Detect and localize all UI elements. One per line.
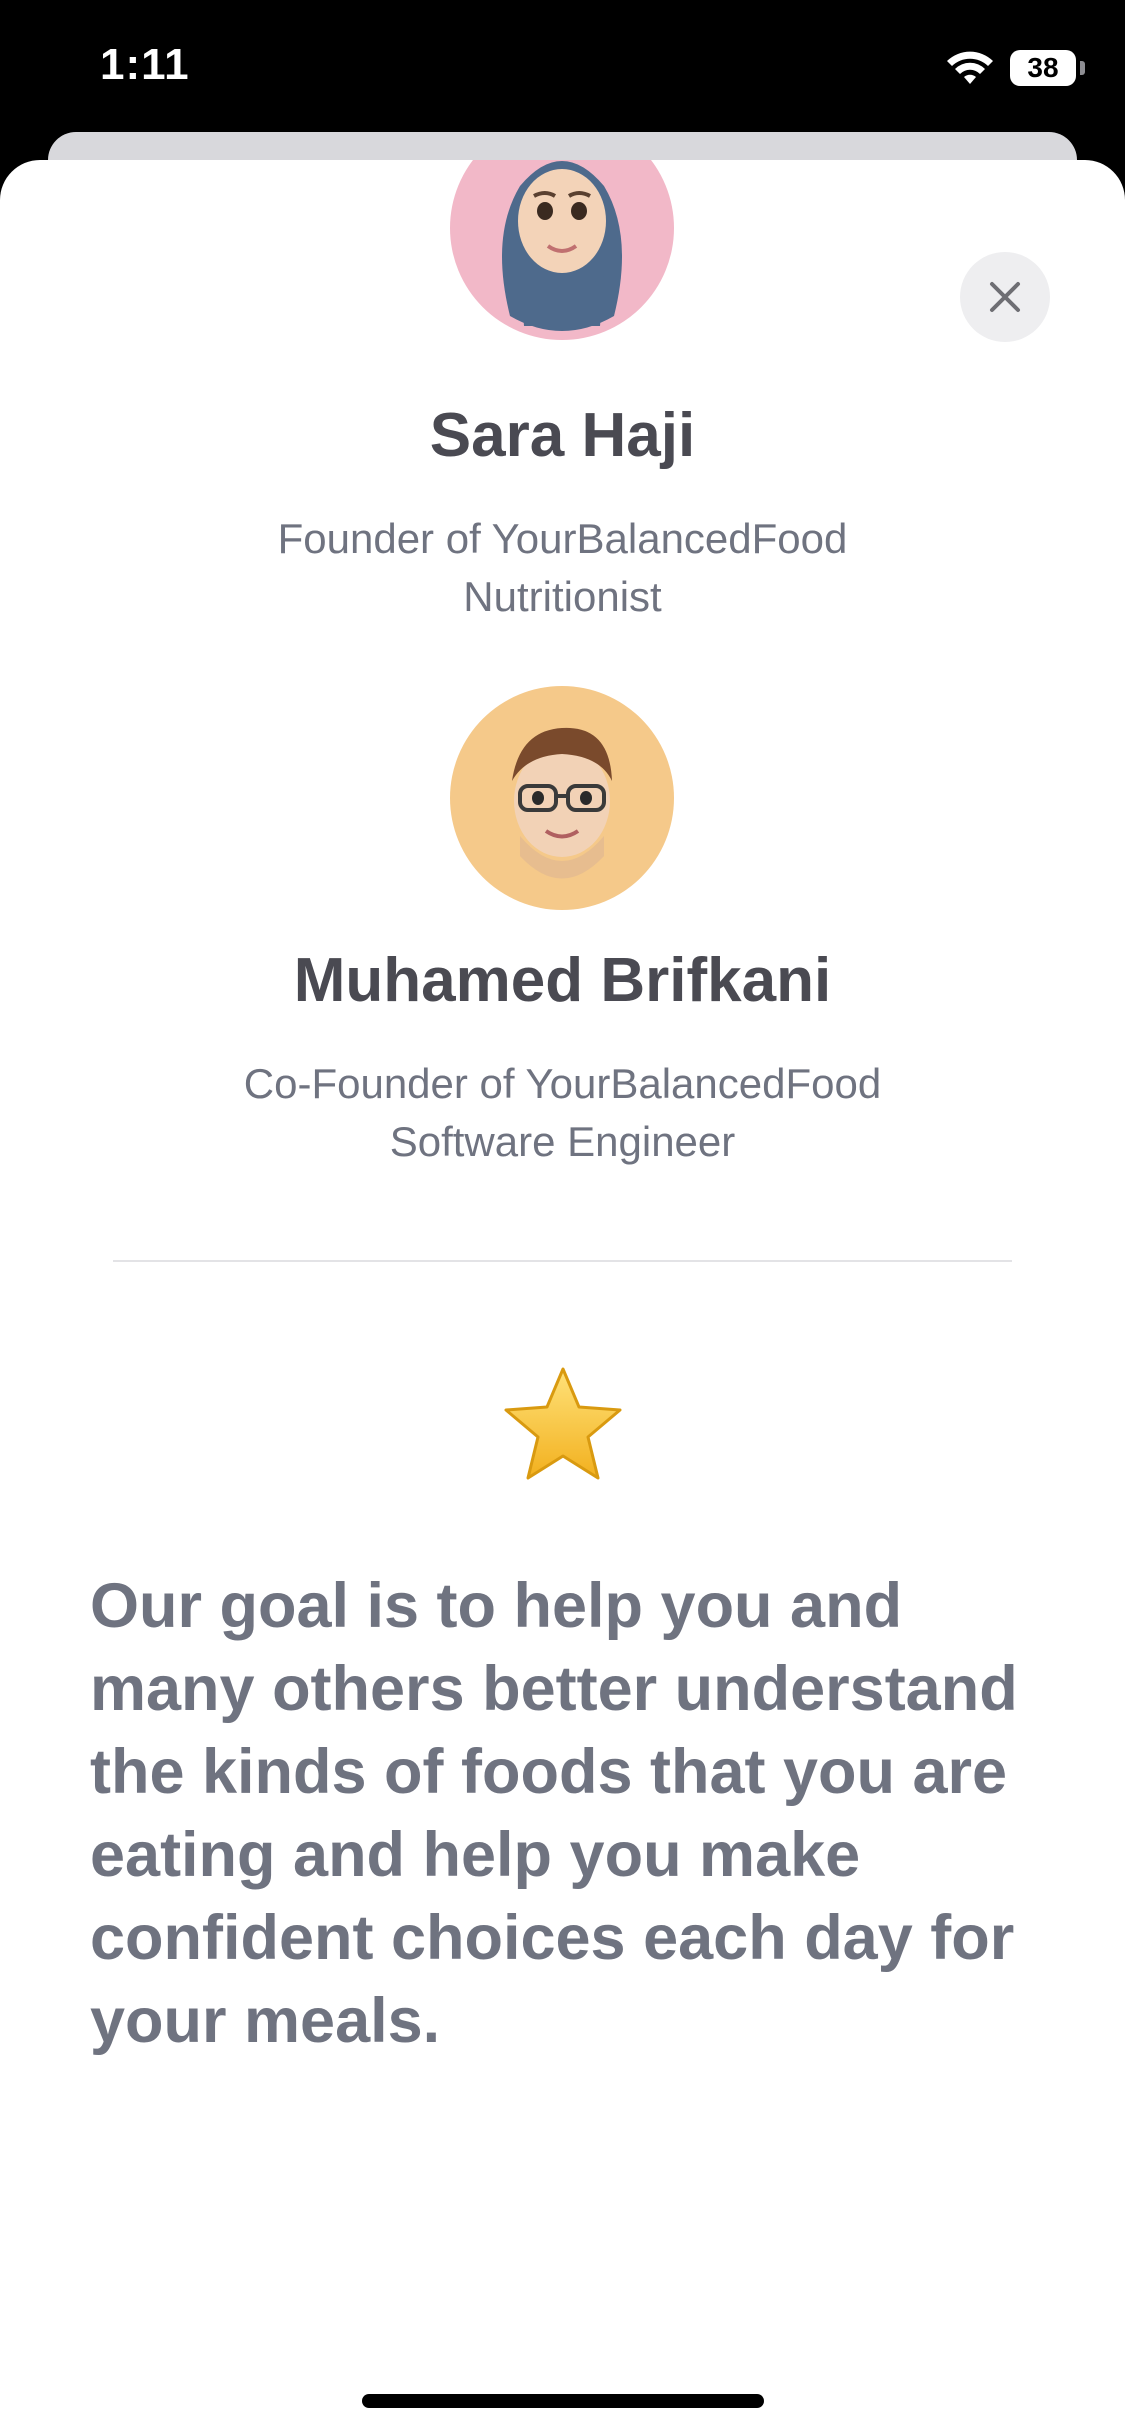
xmark-icon	[990, 282, 1020, 312]
divider	[113, 1260, 1012, 1262]
home-indicator[interactable]	[362, 2394, 764, 2408]
wifi-icon	[947, 51, 993, 84]
person-role-sara-line1: Founder of YourBalancedFood	[277, 515, 848, 562]
memoji-hijab-icon	[502, 161, 622, 331]
mission-statement: Our goal is to help you and many others …	[90, 1571, 1018, 2056]
person-name-muhamed: Muhamed Brifkani	[293, 946, 832, 1015]
status-time: 1:11	[100, 40, 190, 89]
person-name-sara: Sara Haji	[429, 401, 696, 470]
status-bar: 1:11 38	[0, 0, 1125, 140]
person-role-muhamed-line1: Co-Founder of YourBalancedFood	[243, 1060, 882, 1107]
battery-cap	[1080, 61, 1085, 75]
avatar-muhamed-brifkani	[450, 686, 674, 910]
about-sheet: Sara Haji Founder of YourBalancedFood Nu…	[0, 160, 1125, 2436]
app-screen: 1:11 38 Sara Haji Founder of YourBalance…	[0, 0, 1125, 2436]
star-emoji-icon	[504, 1367, 622, 1480]
memoji-glasses-icon	[512, 727, 612, 879]
avatar-sara-haji	[450, 160, 674, 340]
battery-indicator: 38	[1010, 50, 1076, 86]
person-role-sara-line2: Nutritionist	[463, 573, 662, 620]
person-role-muhamed-line2: Software Engineer	[389, 1118, 736, 1165]
close-button[interactable]	[960, 252, 1050, 342]
